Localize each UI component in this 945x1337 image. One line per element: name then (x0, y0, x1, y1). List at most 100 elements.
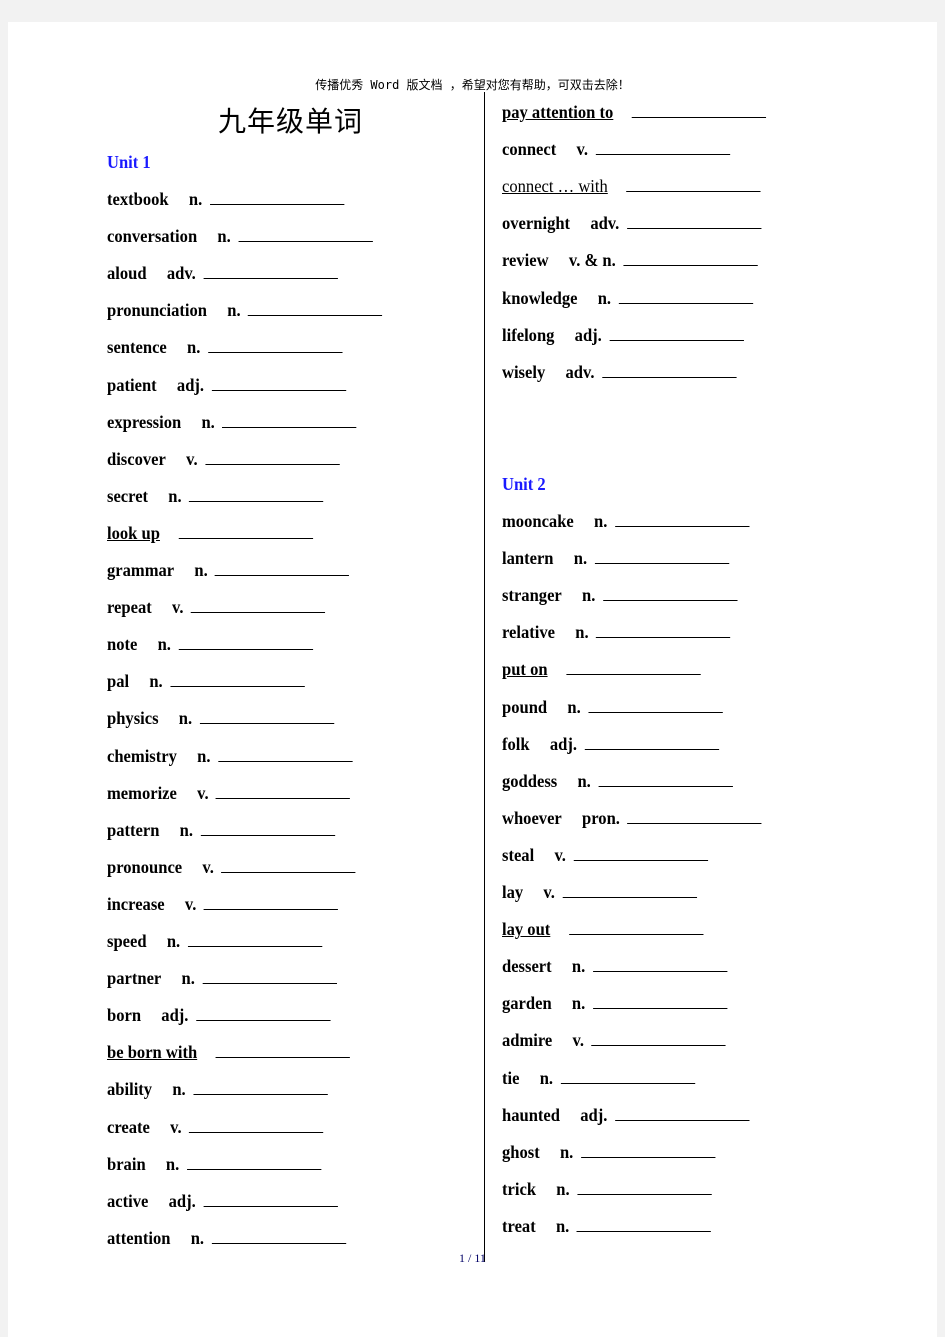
answer-blank[interactable] (215, 1041, 350, 1059)
vocab-entry: be born with (107, 1041, 350, 1063)
vocab-word: whoever (502, 807, 562, 828)
answer-blank[interactable] (591, 1029, 726, 1047)
answer-blank[interactable] (626, 212, 762, 230)
answer-blank[interactable] (170, 670, 305, 688)
answer-blank[interactable] (584, 733, 719, 750)
part-of-speech: n. (172, 1079, 186, 1100)
part-of-speech: n. (556, 1178, 570, 1199)
answer-blank[interactable] (565, 658, 701, 676)
vocab-word: note (107, 634, 138, 655)
vocab-entry: create v. (107, 1116, 324, 1138)
part-of-speech: adv. (565, 361, 595, 382)
part-of-speech: n. (227, 300, 241, 321)
answer-blank[interactable] (592, 992, 727, 1010)
answer-blank[interactable] (623, 249, 758, 267)
vocab-entry: brain n. (107, 1153, 321, 1175)
answer-blank[interactable] (195, 1004, 331, 1022)
vocab-entry: lay v. (502, 881, 697, 903)
header-notice: 传播优秀 Word 版文档 ，希望对您有帮助，可双击去除！ (315, 78, 630, 92)
answer-blank[interactable] (221, 856, 356, 873)
part-of-speech: v. (572, 1030, 585, 1051)
answer-blank[interactable] (626, 175, 761, 193)
answer-blank[interactable] (238, 225, 373, 243)
answer-blank[interactable] (627, 807, 762, 824)
answer-blank[interactable] (594, 547, 729, 565)
answer-blank[interactable] (203, 893, 339, 910)
vocab-word: create (107, 1116, 150, 1137)
vocab-entry: dessert n. (502, 955, 727, 977)
answer-blank[interactable] (598, 770, 733, 787)
vocab-entry: repeat v. (107, 596, 326, 618)
answer-blank[interactable] (560, 1067, 695, 1084)
answer-blank[interactable] (207, 336, 343, 354)
part-of-speech: adj. (549, 733, 578, 754)
vocab-entry: wisely adv. (502, 361, 737, 383)
answer-blank[interactable] (215, 782, 351, 799)
vocab-entry: look up (107, 522, 313, 544)
part-of-speech: n. (194, 560, 208, 580)
answer-blank[interactable] (203, 1190, 338, 1207)
answer-blank[interactable] (204, 448, 340, 465)
answer-blank[interactable] (580, 1141, 716, 1158)
vocab-entry: connect v. (502, 138, 730, 160)
answer-blank[interactable] (595, 138, 730, 156)
part-of-speech: v. (543, 882, 555, 902)
answer-blank[interactable] (203, 262, 338, 280)
answer-blank[interactable] (614, 1104, 750, 1121)
answer-blank[interactable] (178, 633, 313, 651)
part-of-speech: n. (188, 189, 203, 209)
answer-blank[interactable] (601, 361, 737, 378)
vocab-word: relative (502, 622, 556, 643)
answer-blank[interactable] (211, 374, 346, 391)
vocab-entry: pal n. (107, 670, 305, 692)
answer-blank[interactable] (186, 1153, 321, 1170)
vocab-word: ghost (502, 1141, 540, 1162)
answer-blank[interactable] (211, 1227, 346, 1244)
answer-blank[interactable] (247, 299, 383, 317)
part-of-speech: v. (184, 893, 197, 914)
answer-blank[interactable] (189, 485, 324, 502)
vocab-word: tie (502, 1067, 520, 1088)
answer-blank[interactable] (217, 745, 353, 762)
vocab-word: stranger (502, 585, 562, 606)
answer-blank[interactable] (576, 1215, 711, 1232)
answer-blank[interactable] (222, 411, 357, 428)
answer-blank[interactable] (595, 621, 731, 639)
vocab-word: attention (107, 1227, 171, 1248)
column-divider (484, 92, 485, 1262)
answer-blank[interactable] (568, 918, 704, 936)
answer-blank[interactable] (200, 819, 335, 836)
answer-blank[interactable] (202, 967, 337, 985)
part-of-speech: n. (217, 226, 231, 247)
answer-blank[interactable] (609, 324, 744, 341)
answer-blank[interactable] (588, 696, 723, 713)
part-of-speech: n. (597, 287, 612, 308)
part-of-speech: v. (197, 782, 209, 803)
part-of-speech: adj. (580, 1104, 608, 1125)
part-of-speech: v. (554, 844, 566, 865)
answer-blank[interactable] (562, 881, 697, 898)
answer-blank[interactable] (199, 707, 334, 725)
vocab-entry: mooncake n. (502, 510, 750, 532)
answer-blank[interactable] (592, 955, 727, 973)
vocab-word: steal (502, 844, 535, 865)
answer-blank[interactable] (189, 1116, 324, 1133)
answer-blank[interactable] (602, 584, 738, 602)
vocab-word: pattern (107, 819, 160, 840)
answer-blank[interactable] (193, 1078, 328, 1096)
part-of-speech: n. (559, 1141, 574, 1162)
answer-blank[interactable] (618, 287, 753, 304)
answer-blank[interactable] (614, 510, 750, 527)
answer-blank[interactable] (215, 559, 350, 576)
answer-blank[interactable] (573, 844, 708, 861)
answer-blank[interactable] (631, 101, 767, 118)
answer-blank[interactable] (190, 596, 326, 614)
answer-blank[interactable] (187, 930, 322, 947)
answer-blank[interactable] (576, 1178, 712, 1195)
answer-blank[interactable] (209, 188, 344, 205)
answer-blank[interactable] (178, 522, 313, 539)
vocab-entry: pronunciation n. (107, 299, 383, 321)
part-of-speech: v. (576, 139, 589, 160)
vocab-entry: conversation n. (107, 225, 373, 247)
vocab-entry: patient adj. (107, 374, 346, 396)
